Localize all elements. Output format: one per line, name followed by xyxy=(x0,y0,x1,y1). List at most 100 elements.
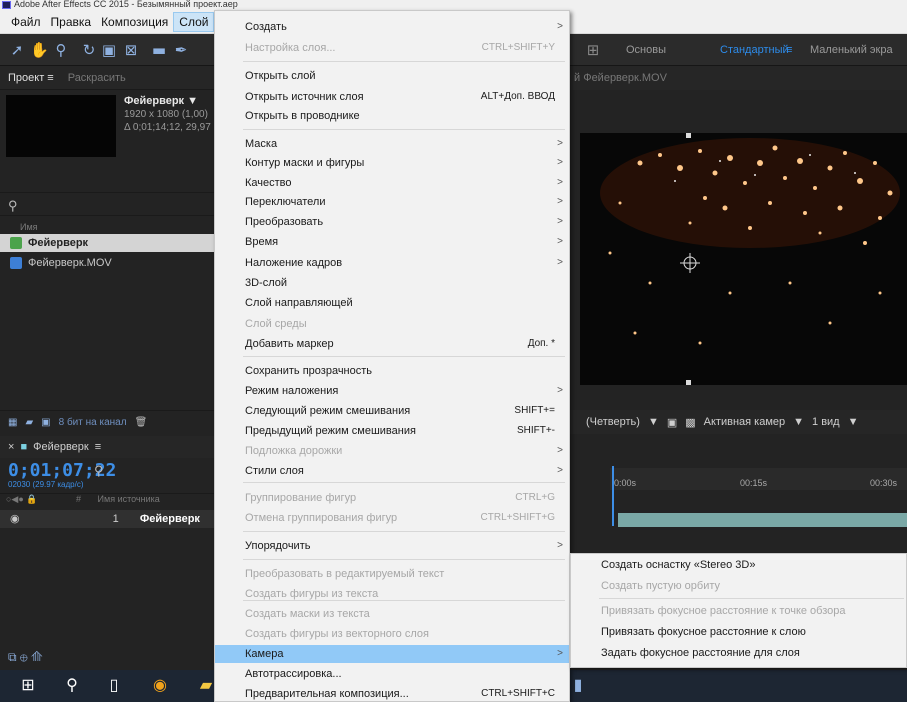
layer-menu-item[interactable]: Режим наложения > xyxy=(215,382,569,400)
camera-menu-item-label: Задать фокусное расстояние для слоя xyxy=(601,647,800,659)
layer-menu-item[interactable]: Слой направляющей xyxy=(215,294,569,312)
layer-menu-item[interactable]: Переключатели > xyxy=(215,193,569,211)
layer-menu-item[interactable]: Добавить маркер Доп. * xyxy=(215,335,569,353)
viewer-tab[interactable]: й Фейерверк.MOV xyxy=(570,66,907,90)
layer-menu-item[interactable]: Стили слоя > xyxy=(215,462,569,480)
search-icon[interactable]: ⚲ xyxy=(62,676,82,696)
menu-separator xyxy=(243,482,565,483)
zoom-tool-icon[interactable]: ⚲ xyxy=(52,41,70,59)
layer-menu-item[interactable]: 3D-слой xyxy=(215,274,569,292)
tab-project[interactable]: Проект ≡ xyxy=(8,72,54,84)
layer-menu-item[interactable]: Время > xyxy=(215,233,569,251)
project-bottom-bar: ▦ ▰ ▣ 8 бит на канал 🗑 xyxy=(0,410,222,434)
layer-menu-item[interactable]: Предыдущий режим смешивания SHIFT+- xyxy=(215,422,569,440)
rotation-tool-icon[interactable]: ↻ xyxy=(80,41,98,59)
project-search-input[interactable]: ⚲ xyxy=(0,192,222,216)
workspace-menu-icon[interactable]: ≡ xyxy=(786,44,792,56)
workspace-standard[interactable]: Стандартный xyxy=(720,44,789,56)
menu-edit[interactable]: Правка xyxy=(46,13,97,31)
panel-menu-icon[interactable]: ≡ xyxy=(95,441,101,453)
layer-menu-item-label: Создать xyxy=(245,21,287,33)
workspace-basics[interactable]: Основы xyxy=(626,44,666,56)
layer-menu-item[interactable]: Открыть в проводнике xyxy=(215,107,569,125)
chrome-icon[interactable]: ◉ xyxy=(150,676,170,696)
new-composition-icon[interactable]: ▣ xyxy=(41,417,50,428)
playhead[interactable] xyxy=(612,466,614,526)
windows-start-icon[interactable]: ⊞ xyxy=(18,676,38,696)
layer-menu-item[interactable]: Открыть слой xyxy=(215,67,569,85)
layer-menu-item[interactable]: Создать > xyxy=(215,18,569,36)
close-icon[interactable]: × xyxy=(8,441,14,453)
eye-visibility-icon[interactable]: ◉ xyxy=(10,513,20,525)
timeline-column-headers: ○◀● 🔒 # Имя источника xyxy=(0,493,222,507)
source-name-header[interactable]: Имя источника xyxy=(98,494,160,504)
layer-menu-item[interactable]: Маска > xyxy=(215,135,569,153)
menu-layer[interactable]: Слой xyxy=(173,11,215,32)
chevron-down-icon[interactable]: ▼ xyxy=(793,416,804,428)
trash-icon[interactable]: 🗑 xyxy=(135,417,148,428)
region-of-interest-icon[interactable]: ▣ xyxy=(667,416,677,429)
camera-menu-item-label: Привязать фокусное расстояние к точке об… xyxy=(601,605,846,617)
chevron-right-icon: > xyxy=(557,177,563,188)
chevron-down-icon[interactable]: ▼ xyxy=(648,416,659,428)
views-dropdown[interactable]: 1 вид xyxy=(812,416,840,428)
layer-menu-item[interactable]: Преобразовать > xyxy=(215,213,569,231)
bit-depth-button[interactable]: 8 бит на канал xyxy=(59,417,127,428)
workspace-small-screen[interactable]: Маленький экра xyxy=(810,44,893,56)
shortcut-label: CTRL+SHIFT+C xyxy=(481,688,555,699)
layer-menu-item[interactable]: Контур маски и фигуры > xyxy=(215,154,569,172)
snapping-icon[interactable]: ⊞ xyxy=(584,41,602,59)
layer-duration-bar[interactable] xyxy=(618,513,907,527)
menu-separator xyxy=(243,531,565,532)
chevron-right-icon: > xyxy=(557,465,563,476)
pan-behind-tool-icon[interactable]: ⊠ xyxy=(122,41,140,59)
project-panel-tabs: Проект ≡ Раскрасить xyxy=(0,66,222,90)
layer-menu-item-label: Подложка дорожки xyxy=(245,445,343,457)
layer-menu-item-label: Настройка слоя... xyxy=(245,42,336,54)
timeline-tab[interactable]: × ■ Фейерверк ≡ xyxy=(0,436,222,458)
pen-tool-icon[interactable]: ✒ xyxy=(172,41,190,59)
active-camera-dropdown[interactable]: Активная камер xyxy=(704,416,785,428)
project-item-composition[interactable]: Фейерверк xyxy=(0,234,222,252)
magnification-dropdown[interactable]: (Четверть) xyxy=(586,416,640,428)
menu-file[interactable]: Файл xyxy=(6,13,46,31)
camera-tool-icon[interactable]: ▣ xyxy=(100,41,118,59)
time-ruler[interactable]: 0:00s 00:15s 00:30s xyxy=(610,468,907,490)
tab-color[interactable]: Раскрасить xyxy=(68,72,126,84)
rectangle-tool-icon[interactable]: ▬ xyxy=(150,41,168,59)
layer-menu-item[interactable]: Предварительная композиция... CTRL+SHIFT+… xyxy=(215,685,569,702)
after-effects-taskbar-icon[interactable]: ▮ xyxy=(568,676,588,696)
shortcut-label: SHIFT+= xyxy=(514,405,555,416)
interpret-footage-icon[interactable]: ▦ xyxy=(8,417,17,428)
chevron-down-icon[interactable]: ▼ xyxy=(848,416,859,428)
layer-menu-item[interactable]: Качество > xyxy=(215,174,569,192)
task-view-icon[interactable]: ▯ xyxy=(104,676,124,696)
layer-menu-item-label: Следующий режим смешивания xyxy=(245,405,411,417)
camera-menu-item[interactable]: Задать фокусное расстояние для слоя xyxy=(571,644,906,662)
layer-menu-item[interactable]: Сохранить прозрачность xyxy=(215,362,569,380)
layer-menu-item[interactable]: Автотрассировка... xyxy=(215,665,569,683)
timeline-layer-row[interactable]: ◉ 1 Фейерверк xyxy=(0,510,222,528)
selection-tool-icon[interactable]: ➚ xyxy=(8,41,26,59)
menu-composition[interactable]: Композиция xyxy=(96,13,173,31)
new-folder-icon[interactable]: ▰ xyxy=(25,417,33,428)
timeline-search-icon[interactable]: ⚲ xyxy=(94,463,104,479)
layer-menu-item[interactable]: Камера > xyxy=(215,645,569,663)
layer-switches-icon[interactable]: ⧉ xyxy=(8,650,17,664)
camera-menu-item[interactable]: Привязать фокусное расстояние к слою xyxy=(571,623,906,641)
after-effects-app-icon xyxy=(2,1,11,9)
transparency-grid-icon[interactable]: ▩ xyxy=(685,416,695,429)
camera-menu-item[interactable]: Создать оснастку «Stereo 3D» xyxy=(571,556,906,574)
comp-name[interactable]: Фейерверк ▼ xyxy=(124,95,211,108)
menu-separator xyxy=(243,61,565,62)
layer-menu-item[interactable]: Открыть источник слоя ALT+Доп. ВВОД xyxy=(215,88,569,106)
layer-menu-item[interactable]: Наложение кадров > xyxy=(215,254,569,272)
graph-editor-icon[interactable]: ⟰ xyxy=(31,650,42,664)
project-item-footage[interactable]: Фейерверк.MOV xyxy=(0,254,222,272)
file-explorer-icon[interactable]: ▰ xyxy=(196,676,216,696)
transfer-controls-icon[interactable]: ⊕ xyxy=(20,650,28,664)
layer-menu-item[interactable]: Следующий режим смешивания SHIFT+= xyxy=(215,402,569,420)
layer-name[interactable]: Фейерверк xyxy=(140,513,200,525)
layer-menu-item[interactable]: Упорядочить > xyxy=(215,537,569,555)
hand-tool-icon[interactable]: ✋ xyxy=(30,41,49,59)
